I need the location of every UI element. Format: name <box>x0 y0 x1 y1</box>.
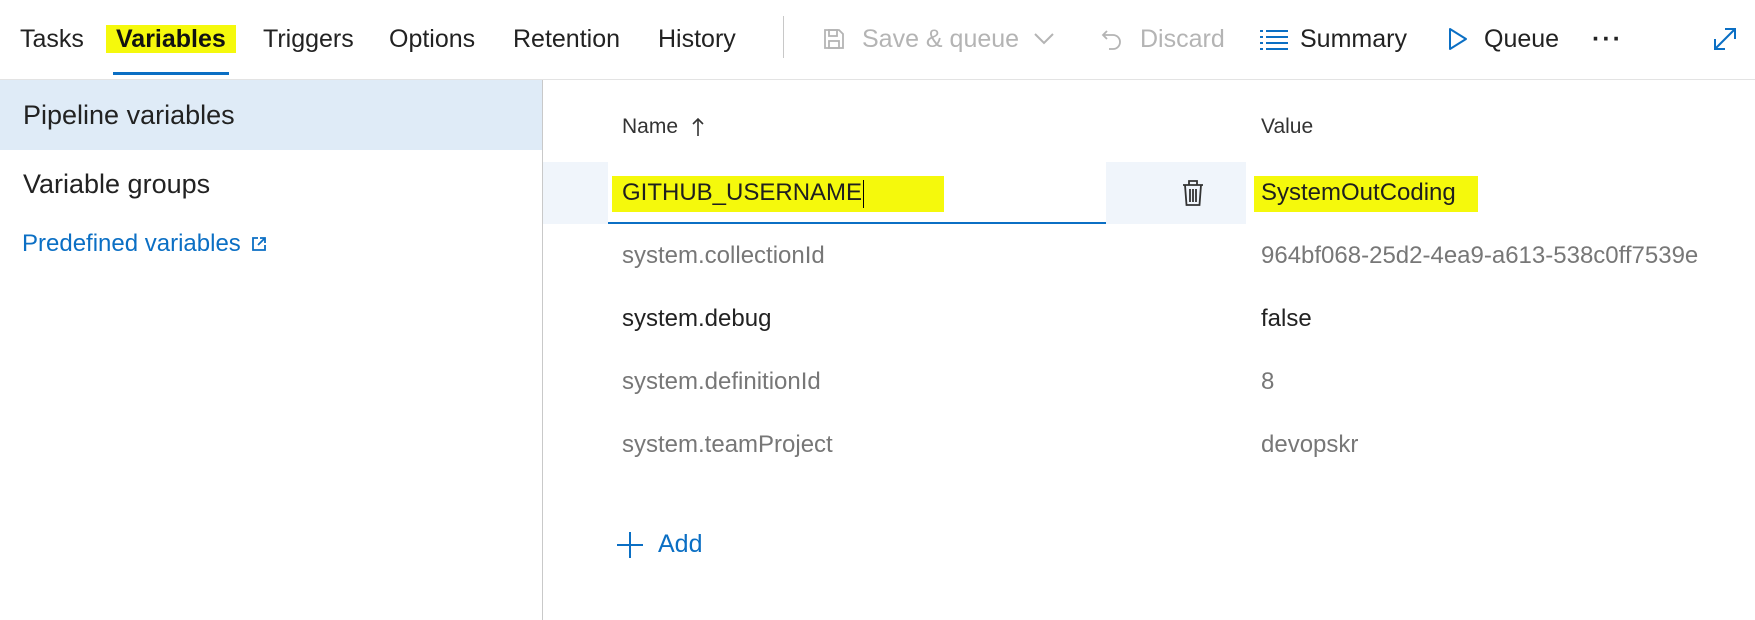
predefined-variables-link[interactable]: Predefined variables <box>22 230 267 258</box>
summary-button[interactable]: Summary <box>1260 22 1407 56</box>
nav-pipeline-variables[interactable]: Pipeline variables <box>0 80 542 150</box>
tab-label: Triggers <box>263 25 354 53</box>
tab-variables[interactable]: Variables <box>106 22 236 56</box>
nav-label: Variable groups <box>23 169 211 199</box>
value-column-header: Value <box>1261 115 1313 139</box>
external-link-icon <box>251 236 267 252</box>
table-row: system.teamProject devopskr <box>543 414 1755 476</box>
ellipsis-icon: ··· <box>1592 24 1623 53</box>
column-label: Name <box>622 115 679 138</box>
nav-variable-groups[interactable]: Variable groups <box>0 149 542 219</box>
tab-options[interactable]: Options <box>389 22 475 56</box>
trash-icon[interactable] <box>1178 178 1208 208</box>
queue-label: Queue <box>1484 24 1560 53</box>
save-queue-button[interactable]: Save & queue <box>822 22 1055 56</box>
link-label: Predefined variables <box>22 230 241 257</box>
variable-value-cell: devopskr <box>1261 431 1359 458</box>
variable-value-cell[interactable]: false <box>1261 288 1312 350</box>
variable-name-value: GITHUB_USERNAME <box>622 179 863 206</box>
queue-button[interactable]: Queue <box>1448 22 1559 56</box>
play-icon <box>1448 27 1468 51</box>
expand-icon <box>1712 26 1738 52</box>
save-queue-label: Save & queue <box>862 24 1020 53</box>
table-row: system.collectionId 964bf068-25d2-4ea9-a… <box>543 225 1755 287</box>
tab-label: History <box>658 25 736 53</box>
tab-triggers[interactable]: Triggers <box>263 22 354 56</box>
summary-label: Summary <box>1300 24 1407 53</box>
text-caret <box>863 179 865 208</box>
tab-label: Tasks <box>20 25 84 53</box>
variable-name-cell: system.definitionId <box>622 368 821 395</box>
name-column-header[interactable]: Name <box>622 115 704 139</box>
save-icon <box>822 27 846 51</box>
tab-label: Variables <box>106 25 236 53</box>
table-row-editing: GITHUB_USERNAME SystemOutCoding <box>543 162 1755 224</box>
variable-value-input[interactable]: SystemOutCoding <box>1246 162 1755 224</box>
toolbar-divider <box>783 16 784 58</box>
list-icon <box>1260 28 1288 50</box>
plus-icon <box>616 531 644 559</box>
tab-tasks[interactable]: Tasks <box>20 22 84 56</box>
variable-value-cell: 8 <box>1261 368 1275 395</box>
variable-name-input[interactable]: GITHUB_USERNAME <box>608 162 1106 224</box>
variable-name-cell: system.collectionId <box>622 242 825 269</box>
nav-label: Pipeline variables <box>23 100 235 130</box>
table-row: system.debug false <box>543 288 1755 350</box>
variable-name-cell: system.debug <box>622 305 772 332</box>
chevron-down-icon[interactable] <box>1033 32 1055 46</box>
tab-history[interactable]: History <box>658 22 736 56</box>
active-tab-indicator <box>113 72 229 75</box>
column-label: Value <box>1261 115 1314 138</box>
pipeline-toolbar: Tasks Variables Triggers Options Retenti… <box>0 0 1755 80</box>
discard-button[interactable]: Discard <box>1100 22 1225 56</box>
tab-retention[interactable]: Retention <box>513 22 620 56</box>
tab-label: Retention <box>513 25 621 53</box>
undo-icon <box>1100 26 1124 52</box>
expand-button[interactable] <box>1712 22 1738 56</box>
arrow-up-icon <box>692 117 704 137</box>
variables-nav-panel: Pipeline variables Variable groups Prede… <box>0 80 543 620</box>
discard-label: Discard <box>1140 24 1225 53</box>
add-label: Add <box>658 530 703 558</box>
add-variable-button[interactable]: Add <box>616 530 702 559</box>
tab-label: Options <box>389 25 476 53</box>
variable-name-cell: system.teamProject <box>622 431 833 458</box>
table-row: system.definitionId 8 <box>543 351 1755 413</box>
variable-value-cell: 964bf068-25d2-4ea9-a613-538c0ff7539e <box>1261 242 1699 269</box>
variable-value: SystemOutCoding <box>1261 179 1456 206</box>
more-actions-button[interactable]: ··· <box>1592 22 1623 56</box>
